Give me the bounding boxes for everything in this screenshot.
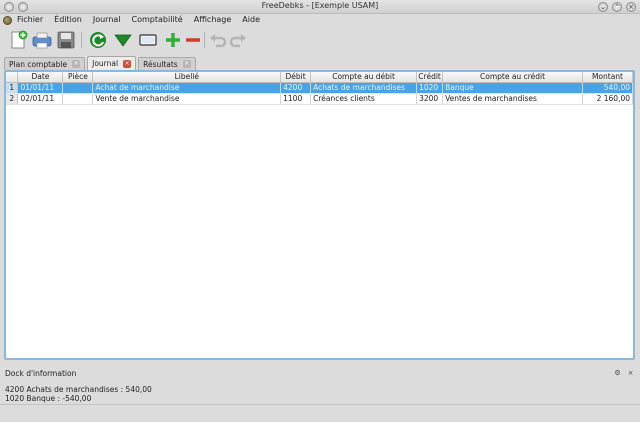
dock-close-icon[interactable]: × (626, 369, 635, 378)
menu-journal[interactable]: Journal (93, 15, 121, 24)
title-bar: FreeDebks - [Exemple USAM] ⌄ ⌃ × (0, 0, 640, 14)
cell-libelle[interactable]: Vente de marchandise (92, 93, 282, 105)
cell-credit[interactable]: 1020 (416, 82, 444, 94)
cell-compte-credit[interactable]: Banque (442, 82, 583, 94)
menu-edition[interactable]: Édition (54, 15, 82, 24)
table-row[interactable]: 2 02/01/11 Vente de marchandise 1100 Cré… (6, 93, 633, 105)
toolbar (0, 27, 640, 53)
column-header-montant[interactable]: Montant (582, 72, 633, 83)
menu-comptabilite[interactable]: Comptabilité (132, 15, 183, 24)
tab-resultats[interactable]: Résultats × (138, 57, 196, 70)
remove-icon[interactable] (183, 30, 203, 50)
column-header-credit[interactable]: Crédit (416, 72, 444, 83)
cell-libelle[interactable]: Achat de marchandise (92, 82, 282, 94)
cell-date[interactable]: 01/01/11 (17, 82, 64, 94)
close-icon[interactable]: × (182, 60, 191, 68)
row-number: 1 (6, 82, 19, 94)
journal-table: Date Pièce Libellé Débit Compte au débit… (6, 72, 633, 105)
cell-piece[interactable] (62, 82, 94, 94)
close-icon[interactable]: × (626, 2, 636, 12)
toolbar-separator (81, 32, 82, 48)
table-header: Date Pièce Libellé Débit Compte au débit… (6, 72, 633, 83)
close-icon[interactable]: × (123, 59, 132, 68)
close-icon[interactable]: × (72, 60, 81, 68)
tab-label: Plan comptable (9, 59, 68, 69)
cell-debit[interactable]: 4200 (280, 82, 312, 94)
app-icon (3, 16, 12, 25)
table-row[interactable]: 1 01/01/11 Achat de marchandise 4200 Ach… (6, 82, 633, 94)
column-header-rownum (6, 72, 19, 83)
column-header-compte-debit[interactable]: Compte au débit (310, 72, 418, 83)
cell-compte-debit[interactable]: Achats de marchandises (310, 82, 418, 94)
redo-icon[interactable] (228, 30, 248, 50)
column-header-piece[interactable]: Pièce (62, 72, 94, 83)
screen-icon[interactable] (138, 30, 158, 50)
cell-montant[interactable]: 2 160,00 (582, 93, 633, 105)
minimize-icon[interactable]: ⌄ (598, 2, 608, 12)
dock-float-icon[interactable]: ⚙ (613, 369, 622, 378)
dock-line: 1020 Banque : -540,00 (5, 394, 92, 403)
menu-affichage[interactable]: Affichage (194, 15, 232, 24)
cell-date[interactable]: 02/01/11 (17, 93, 64, 105)
tab-label: Résultats (143, 59, 178, 69)
cell-credit[interactable]: 3200 (416, 93, 444, 105)
new-icon[interactable] (8, 30, 28, 50)
maximize-icon[interactable]: ⌃ (612, 2, 622, 12)
menu-aide[interactable]: Aide (242, 15, 260, 24)
cell-compte-credit[interactable]: Ventes de marchandises (442, 93, 583, 105)
cell-compte-debit[interactable]: Créances clients (310, 93, 418, 105)
dock-title: Dock d'information (5, 369, 77, 378)
tab-journal[interactable]: Journal × (87, 56, 137, 70)
journal-table-frame: Date Pièce Libellé Débit Compte au débit… (4, 70, 635, 360)
menu-fichier[interactable]: Fichier (17, 15, 43, 24)
window-title: FreeDebks - [Exemple USAM] (261, 1, 379, 10)
print-icon[interactable] (32, 30, 52, 50)
dock-line: 4200 Achats de marchandises : 540,00 (5, 385, 152, 394)
column-header-libelle[interactable]: Libellé (92, 72, 282, 83)
tab-bar: Plan comptable × Journal × Résultats × (4, 56, 196, 70)
add-icon[interactable] (163, 30, 183, 50)
status-bar (0, 404, 640, 422)
tab-plan-comptable[interactable]: Plan comptable × (4, 57, 86, 70)
row-number: 2 (6, 93, 19, 105)
down-arrow-icon[interactable] (113, 30, 133, 50)
tab-label: Journal (92, 59, 119, 68)
cell-debit[interactable]: 1100 (280, 93, 312, 105)
column-header-debit[interactable]: Débit (280, 72, 312, 83)
save-icon[interactable] (56, 30, 76, 50)
toolbar-separator (204, 32, 205, 48)
undo-icon[interactable] (208, 30, 228, 50)
cell-montant[interactable]: 540,00 (582, 82, 633, 94)
refresh-icon[interactable] (88, 30, 108, 50)
column-header-compte-credit[interactable]: Compte au crédit (442, 72, 583, 83)
column-header-date[interactable]: Date (17, 72, 64, 83)
menu-bar: Fichier Édition Journal Comptabilité Aff… (0, 14, 640, 27)
cell-piece[interactable] (62, 93, 94, 105)
